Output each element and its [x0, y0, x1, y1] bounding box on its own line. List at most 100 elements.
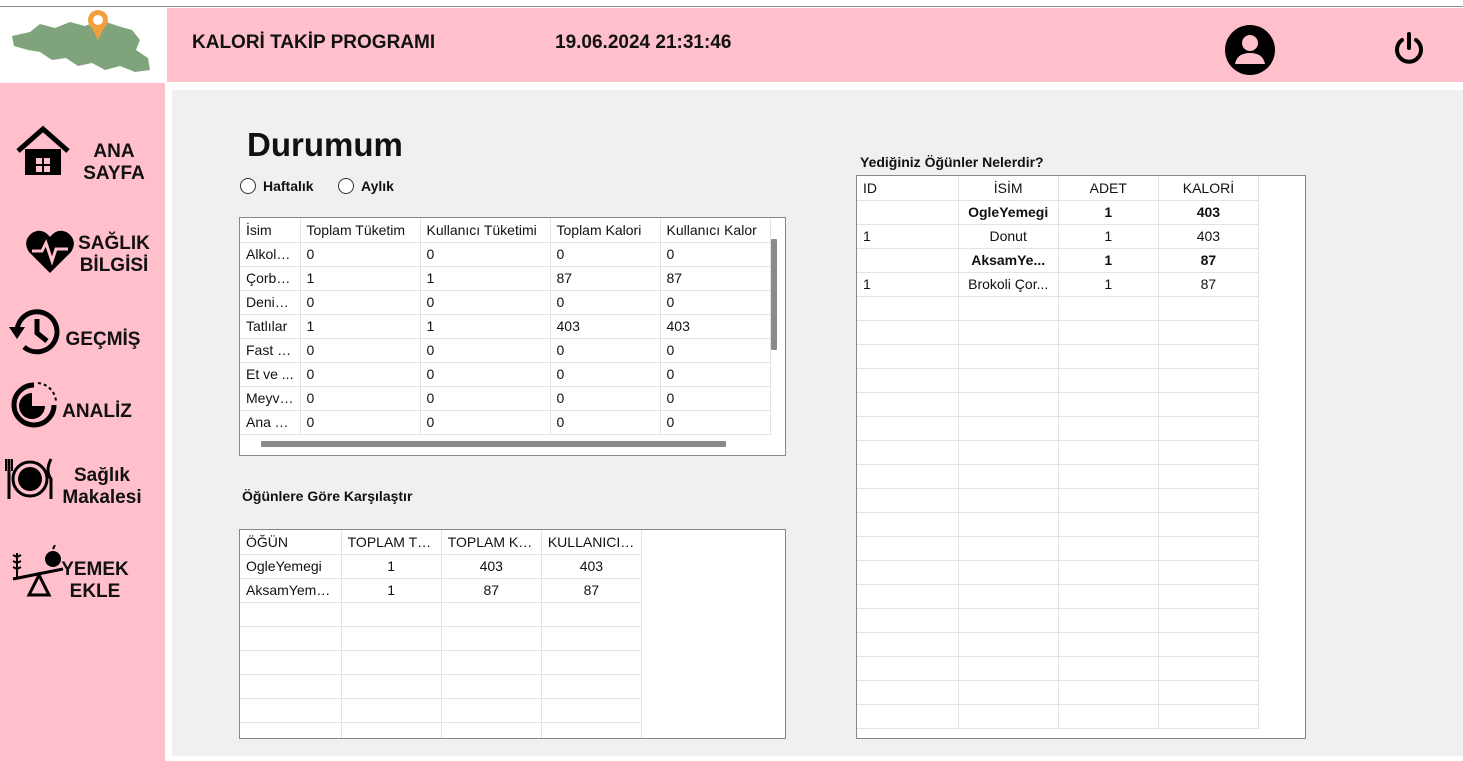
empty-table-row	[857, 680, 1260, 705]
table-row[interactable]: Meyve... 0 0 0 0	[240, 386, 771, 411]
column-header[interactable]: Toplam Tüketim	[300, 218, 421, 243]
empty-table-row	[857, 416, 1260, 441]
empty-table-row	[857, 368, 1260, 393]
empty-table-row	[857, 464, 1260, 489]
empty-cell	[857, 680, 959, 705]
empty-cell	[1058, 632, 1159, 657]
radio-monthly-label: Aylık	[361, 178, 394, 194]
table-cell: 0	[550, 410, 661, 435]
table-row[interactable]: Çorba... 1 1 87 87	[240, 266, 771, 291]
column-header[interactable]: Toplam Kalori	[550, 218, 661, 243]
empty-table-row	[857, 296, 1260, 321]
table-cell: Ana Y...	[240, 410, 301, 435]
empty-cell	[1158, 464, 1260, 489]
sidebar-item-add-food[interactable]: YEMEK EKLE	[5, 543, 160, 605]
table-row[interactable]: OgleYemegi 1 403	[857, 200, 1260, 225]
main-content: Durumum Haftalık Aylık İsim Toplam Tüketi…	[172, 90, 1463, 756]
empty-cell	[1058, 392, 1159, 417]
column-header[interactable]: Kullanıcı Tüketimi	[420, 218, 551, 243]
empty-table-row	[857, 488, 1260, 513]
sidebar-item-health-article[interactable]: Sağlık Makalesi	[5, 453, 160, 513]
table-row[interactable]: Tatlılar 1 1 403 403	[240, 314, 771, 339]
empty-cell	[857, 584, 959, 609]
table-cell: 0	[300, 242, 421, 267]
meal-comparison-grid[interactable]: ÖĞÜN TOPLAM TÜ... TOPLAM KA... KULLANICI ..…	[239, 529, 786, 739]
table-row[interactable]: 1 Brokoli Çor... 1 87	[857, 272, 1260, 297]
empty-cell	[857, 704, 959, 729]
column-header[interactable]: İSİM	[958, 176, 1059, 201]
table-cell: 0	[550, 290, 661, 315]
radio-monthly[interactable]: Aylık	[338, 178, 394, 194]
table-row[interactable]: AksamYeme... 1 87 87	[240, 578, 643, 603]
empty-cell	[857, 440, 959, 465]
table-cell: Deniz ...	[240, 290, 301, 315]
empty-cell	[541, 602, 643, 627]
sidebar-item-health-info[interactable]: SAĞLIK BİLGİSİ	[20, 223, 160, 283]
column-header[interactable]: TOPLAM TÜ...	[341, 530, 442, 555]
empty-cell	[857, 416, 959, 441]
empty-cell	[958, 608, 1059, 633]
table-row[interactable]: OgleYemegi 1 403 403	[240, 554, 643, 579]
empty-table-row	[857, 440, 1260, 465]
pie-chart-icon	[11, 382, 57, 428]
table-cell: 403	[1158, 200, 1260, 225]
table-cell: 0	[300, 386, 421, 411]
radio-circle[interactable]	[338, 178, 354, 194]
map-pin-logo-icon	[12, 10, 150, 72]
sidebar-item-label: SAĞLIK BİLGİSİ	[78, 233, 150, 276]
empty-table-row	[857, 704, 1260, 729]
table-cell: 87	[1158, 248, 1260, 273]
empty-cell	[1158, 440, 1260, 465]
column-header[interactable]: KULLANICI ...	[541, 530, 643, 555]
table-row[interactable]: 1 Donut 1 403	[857, 224, 1260, 249]
vertical-scrollbar[interactable]	[771, 239, 777, 350]
sidebar-item-label: ANALİZ	[62, 401, 132, 422]
meals-table: ID İSİM ADET KALORİ OgleYemegi 1 403 1 Donut 1 40…	[857, 176, 1260, 729]
empty-cell	[240, 650, 342, 675]
radio-weekly[interactable]: Haftalık	[240, 178, 314, 194]
table-row[interactable]: Ana Y... 0 0 0 0	[240, 410, 771, 435]
table-row[interactable]: Alkols... 0 0 0 0	[240, 242, 771, 267]
empty-cell	[240, 698, 342, 723]
sidebar-item-history[interactable]: GEÇMİŞ	[5, 303, 160, 361]
empty-cell	[1158, 488, 1260, 513]
table-cell: 0	[420, 410, 551, 435]
user-profile-icon[interactable]	[1224, 24, 1276, 76]
sidebar-item-home[interactable]: ANA SAYFA	[10, 121, 160, 184]
table-cell: 1	[1058, 248, 1159, 273]
category-consumption-grid[interactable]: İsim Toplam Tüketim Kullanıcı Tüketimi Topl…	[239, 217, 786, 456]
horizontal-scrollbar[interactable]	[261, 441, 726, 447]
sidebar-item-analysis[interactable]: ANALİZ	[5, 377, 160, 435]
table-cell: 0	[550, 386, 661, 411]
table-cell	[857, 200, 959, 225]
eaten-meals-grid[interactable]: ID İSİM ADET KALORİ OgleYemegi 1 403 1 Donut 1 40…	[856, 175, 1306, 739]
empty-cell	[541, 626, 643, 651]
column-header[interactable]: TOPLAM KA...	[441, 530, 542, 555]
empty-cell	[541, 722, 643, 738]
table-row[interactable]: AksamYe... 1 87	[857, 248, 1260, 273]
table-row[interactable]: Fast F... 0 0 0 0	[240, 338, 771, 363]
column-header[interactable]: İsim	[240, 218, 301, 243]
table-cell: 0	[550, 362, 661, 387]
empty-cell	[1058, 560, 1159, 585]
column-header[interactable]: ÖĞÜN	[240, 530, 342, 555]
empty-cell	[958, 704, 1059, 729]
empty-cell	[1158, 608, 1260, 633]
table-cell: 1	[857, 224, 959, 249]
table-row[interactable]: Deniz ... 0 0 0 0	[240, 290, 771, 315]
power-icon[interactable]	[1392, 30, 1426, 68]
table-row[interactable]: Et ve ... 0 0 0 0	[240, 362, 771, 387]
empty-table-row	[240, 626, 643, 651]
table-cell: 0	[660, 362, 771, 387]
table-cell: 87	[550, 266, 661, 291]
column-header[interactable]: KALORİ	[1158, 176, 1260, 201]
radio-circle[interactable]	[240, 178, 256, 194]
empty-cell	[441, 602, 542, 627]
sidebar-item-label: YEMEK EKLE	[61, 559, 129, 602]
column-header[interactable]: Kullanıcı Kalor	[660, 218, 771, 243]
column-header[interactable]: ID	[857, 176, 959, 201]
table-header-row: ÖĞÜN TOPLAM TÜ... TOPLAM KA... KULLANICI ..…	[240, 530, 643, 555]
empty-cell	[857, 536, 959, 561]
column-header[interactable]: ADET	[1058, 176, 1159, 201]
empty-cell	[857, 608, 959, 633]
